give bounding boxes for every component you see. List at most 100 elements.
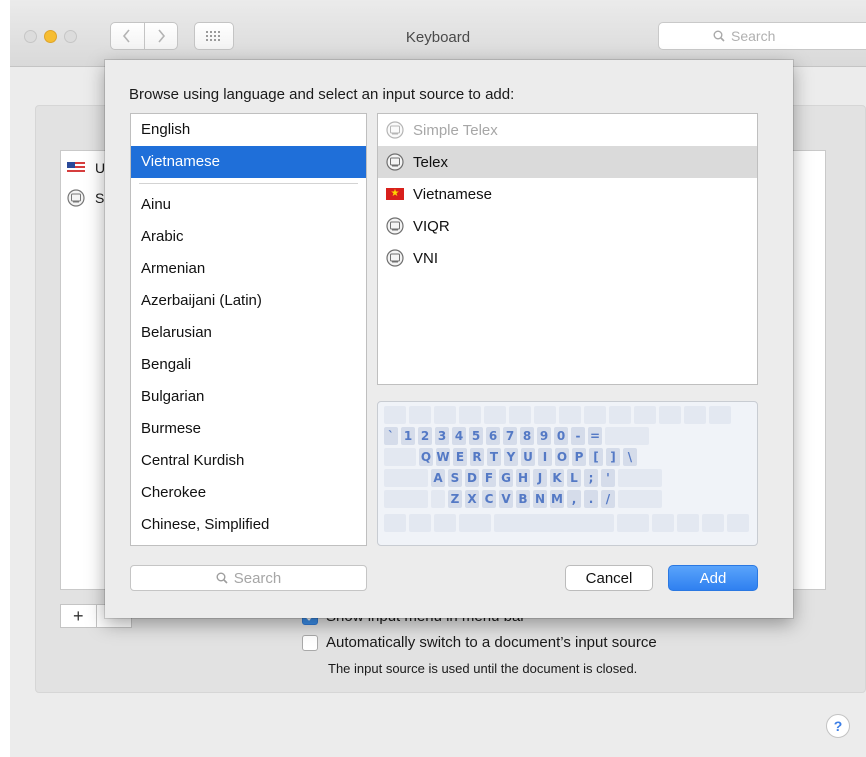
source-item-vni[interactable]: VNI xyxy=(378,242,757,274)
arrow-key xyxy=(727,514,749,532)
source-item-label: VNI xyxy=(413,249,439,267)
keyboard-modifier-row xyxy=(384,514,749,532)
blank-key xyxy=(509,406,531,424)
key: O xyxy=(555,448,569,466)
language-item-belarusian[interactable]: Belarusian xyxy=(131,317,366,349)
key: R xyxy=(470,448,484,466)
language-item-bulgarian[interactable]: Bulgarian xyxy=(131,381,366,413)
key: / xyxy=(601,490,615,508)
fn-key xyxy=(384,514,406,532)
key: 6 xyxy=(486,427,500,445)
blank-key xyxy=(709,406,731,424)
key: G xyxy=(499,469,513,487)
key: L xyxy=(567,469,581,487)
key: . xyxy=(584,490,598,508)
control-key xyxy=(409,514,431,532)
key: U xyxy=(521,448,535,466)
auto-switch-label: Automatically switch to a document’s inp… xyxy=(326,634,657,651)
key: 2 xyxy=(418,427,432,445)
input-source-row[interactable]: S xyxy=(67,189,104,207)
sheet-title: Browse using language and select an inpu… xyxy=(129,86,515,103)
key: ` xyxy=(384,427,398,445)
language-item-cherokee[interactable]: Cherokee xyxy=(131,477,366,509)
source-item-simple-telex[interactable]: Simple Telex xyxy=(378,114,757,146)
key: M xyxy=(550,490,564,508)
key: I xyxy=(538,448,552,466)
keyboard-bottom-letter-row: Z X C V B N M , . / xyxy=(384,490,662,508)
key: , xyxy=(567,490,581,508)
key: E xyxy=(453,448,467,466)
key: Z xyxy=(448,490,462,508)
key: A xyxy=(431,469,445,487)
source-item-label: VIQR xyxy=(413,217,450,235)
input-method-icon xyxy=(386,153,404,171)
space-key xyxy=(494,514,614,532)
key: - xyxy=(571,427,585,445)
key: K xyxy=(550,469,564,487)
auto-switch-checkbox[interactable] xyxy=(302,634,318,651)
key: 4 xyxy=(452,427,466,445)
source-item-label: Vietnamese xyxy=(413,185,492,203)
language-list-separator xyxy=(139,183,358,184)
source-item-vietnamese[interactable]: ★ Vietnamese xyxy=(378,178,757,210)
language-item-central-kurdish[interactable]: Central Kurdish xyxy=(131,445,366,477)
left-shift-key xyxy=(384,490,428,508)
key: 0 xyxy=(554,427,568,445)
key: 5 xyxy=(469,427,483,445)
search-icon xyxy=(216,572,228,584)
key: 3 xyxy=(435,427,449,445)
key: 8 xyxy=(520,427,534,445)
input-source-row[interactable]: U xyxy=(67,160,105,176)
key: = xyxy=(588,427,602,445)
add-input-source-button[interactable]: + xyxy=(61,605,96,627)
flag-vietnam-icon: ★ xyxy=(386,185,404,203)
language-item-vietnamese[interactable]: Vietnamese xyxy=(131,146,366,178)
language-search-field[interactable]: Search xyxy=(130,565,367,591)
input-method-icon xyxy=(386,217,404,235)
cancel-button[interactable]: Cancel xyxy=(565,565,653,591)
blank-key xyxy=(659,406,681,424)
auto-switch-option[interactable]: Automatically switch to a document’s inp… xyxy=(302,634,657,651)
key: P xyxy=(572,448,586,466)
source-item-label: Telex xyxy=(413,153,449,171)
language-item-english[interactable]: English xyxy=(131,114,366,146)
key: ' xyxy=(601,469,615,487)
key: Y xyxy=(504,448,518,466)
source-item-telex[interactable]: Telex xyxy=(378,146,757,178)
arrow-key xyxy=(702,514,724,532)
blank-key xyxy=(684,406,706,424)
key: S xyxy=(448,469,462,487)
keyboard-home-row: A S D F G H J K L ; ' xyxy=(384,469,662,487)
key: W xyxy=(436,448,450,466)
language-item-arabic[interactable]: Arabic xyxy=(131,221,366,253)
help-button[interactable]: ? xyxy=(826,714,850,738)
language-item-armenian[interactable]: Armenian xyxy=(131,253,366,285)
key: Q xyxy=(419,448,433,466)
input-method-icon xyxy=(386,249,404,267)
language-item-burmese[interactable]: Burmese xyxy=(131,413,366,445)
return-key xyxy=(618,469,662,487)
source-item-label: Simple Telex xyxy=(413,121,498,139)
tab-key xyxy=(384,448,416,466)
key: T xyxy=(487,448,501,466)
source-item-viqr[interactable]: VIQR xyxy=(378,210,757,242)
keyboard-qwerty-row: Q W E R T Y U I O P [ ] \ xyxy=(384,448,637,466)
language-item-azerbaijani[interactable]: Azerbaijani (Latin) xyxy=(131,285,366,317)
language-item-bengali[interactable]: Bengali xyxy=(131,349,366,381)
input-method-icon xyxy=(67,189,85,207)
key: [ xyxy=(589,448,603,466)
toolbar-search-field[interactable]: Search xyxy=(658,22,866,50)
key: 9 xyxy=(537,427,551,445)
arrow-key xyxy=(677,514,699,532)
input-source-label: U xyxy=(95,160,106,176)
language-item-chinese-simplified[interactable]: Chinese, Simplified xyxy=(131,509,366,541)
delete-key xyxy=(605,427,649,445)
blank-key xyxy=(484,406,506,424)
command-key xyxy=(459,514,491,532)
add-button[interactable]: Add xyxy=(668,565,758,591)
key: ] xyxy=(606,448,620,466)
key: B xyxy=(516,490,530,508)
language-item-ainu[interactable]: Ainu xyxy=(131,189,366,221)
key: 7 xyxy=(503,427,517,445)
key: V xyxy=(499,490,513,508)
